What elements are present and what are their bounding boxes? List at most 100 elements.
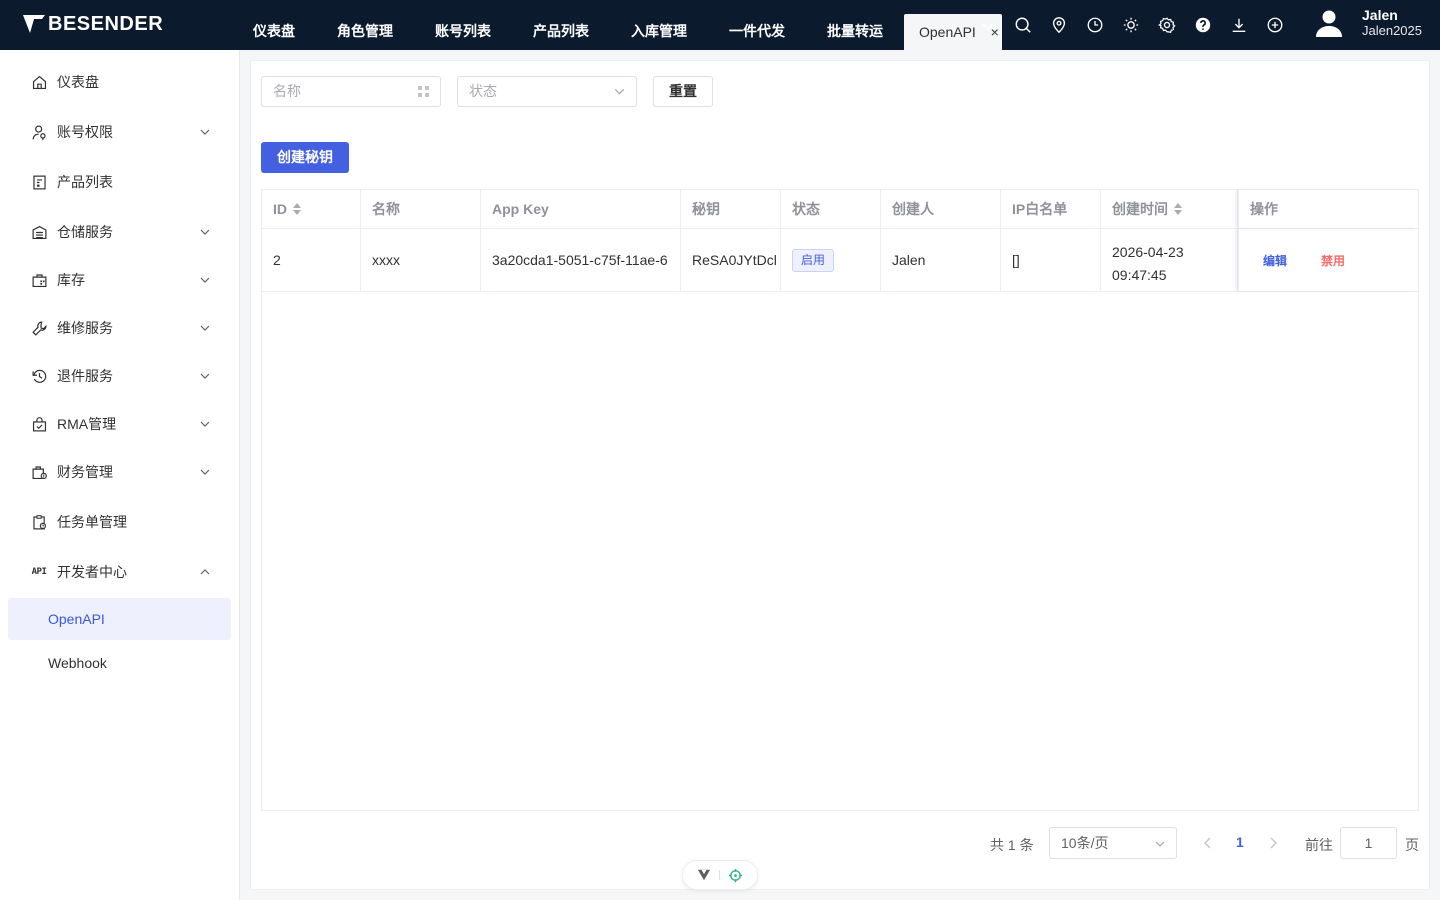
top-navbar: BESENDER 仪表盘 角色管理 账号列表 产品列表 入库管理 一件代发 批量… [0,0,1440,50]
status-filter-placeholder: 状态 [469,83,497,99]
api-keys-table: ID 名称 App Key 秘钥 状态 创建人 IP白名单 创建时间 操作 2 … [261,189,1419,811]
sidebar-item-label: 仪表盘 [57,74,99,90]
nav-tab-products[interactable]: 产品列表 [512,0,610,50]
warehouse-icon [30,223,48,241]
chevron-down-icon [200,277,210,283]
status-badge: 启用 [792,248,835,272]
pagination-total: 共 1 条 [990,837,1034,853]
chevron-down-icon [1155,841,1165,847]
sidebar-item-rma[interactable]: RMA管理 [30,412,215,436]
location-icon[interactable] [1048,14,1070,36]
vue-devtools-icon[interactable] [697,868,711,882]
column-header-label: 创建时间 [1112,201,1168,217]
column-header-name: 名称 [361,190,481,228]
cell-ip-whitelist: [] [1001,229,1101,291]
rma-bag-icon [30,415,48,433]
api-icon: API [31,567,47,577]
nav-tab-dropship[interactable]: 一件代发 [708,0,806,50]
goto-label: 前往 [1305,837,1333,853]
reset-button[interactable]: 重置 [653,76,713,107]
wrench-icon [30,319,48,337]
download-icon[interactable] [1228,14,1250,36]
sidebar-item-tasks[interactable]: 任务单管理 [30,510,215,534]
sidebar-item-label: 开发者中心 [57,564,127,580]
table-row: 2 xxxx 3a20cda1-5051-c75f-11ae-6 ReSA0JY… [262,229,1418,292]
toolbar-icons [1012,14,1300,36]
column-header-label: ID [273,201,287,217]
chevron-down-icon[interactable] [978,16,998,36]
sidebar-item-warehouse[interactable]: 仓储服务 [30,220,215,244]
cell-actions: 编辑 禁用 [1238,229,1418,291]
created-date-text: 2026-04-23 [1112,244,1184,260]
chevron-up-icon [200,569,210,575]
cell-secret: ReSA0JYtDcl [681,229,781,291]
nav-tabs: 仪表盘 角色管理 账号列表 产品列表 入库管理 一件代发 批量转运 OpenAP… [232,0,1002,50]
next-page-icon[interactable] [1267,836,1279,850]
sidebar-item-products[interactable]: 产品列表 [30,170,215,194]
sidebar-item-finance[interactable]: 财务管理 [30,460,215,484]
chevron-down-icon [200,373,210,379]
sidebar-item-dashboard[interactable]: 仪表盘 [30,70,215,94]
logo-icon [23,15,45,33]
main-panel: 名称 状态 重置 创建秘钥 ID 名称 App Key 秘钥 状态 创建人 IP… [250,60,1430,890]
user-menu[interactable]: Jalen Jalen2025 [1314,7,1422,39]
sidebar-item-returns[interactable]: 退件服务 [30,364,215,388]
chevron-down-icon [614,88,625,95]
sidebar-item-account-permissions[interactable]: 账号权限 [30,120,215,144]
sort-icon[interactable] [292,202,302,216]
task-clipboard-icon [30,513,48,531]
add-circle-icon[interactable] [1264,14,1286,36]
user-id: Jalen2025 [1362,23,1422,38]
column-header-created-time[interactable]: 创建时间 [1101,190,1238,228]
clock-icon[interactable] [1084,14,1106,36]
target-icon[interactable] [728,868,743,883]
cell-status: 启用 [781,229,881,291]
sidebar-subitem-webhook[interactable]: Webhook [8,642,231,684]
help-icon[interactable] [1192,14,1214,36]
nav-tab-transfer[interactable]: 批量转运 [806,0,904,50]
sidebar-subitem-openapi[interactable]: OpenAPI [8,598,231,640]
name-filter-input[interactable]: 名称 [261,76,441,107]
chevron-down-icon [200,325,210,331]
pagination: 共 1 条 10条/页 1 前往 1 页 [251,827,1431,859]
sort-icon[interactable] [1173,202,1183,216]
sidebar-item-inventory[interactable]: 库存 [30,268,215,292]
nav-tab-accounts[interactable]: 账号列表 [414,0,512,50]
sidebar-item-label: 库存 [57,272,85,288]
goto-page-input[interactable]: 1 [1340,827,1397,859]
created-time-text: 09:47:45 [1112,267,1167,283]
cell-creator: Jalen [881,229,1001,291]
sidebar-item-label: 退件服务 [57,368,113,384]
page-size-value: 10条/页 [1061,835,1109,851]
logo[interactable]: BESENDER [22,12,163,36]
sidebar-item-repair[interactable]: 维修服务 [30,316,215,340]
user-key-icon [30,123,48,141]
sun-icon[interactable] [1120,14,1142,36]
table-header: ID 名称 App Key 秘钥 状态 创建人 IP白名单 创建时间 操作 [262,190,1418,229]
cell-id: 2 [262,229,361,291]
stock-icon [30,271,48,289]
cell-name: xxxx [361,229,481,291]
prev-page-icon[interactable] [1202,836,1214,850]
nav-tab-dashboard[interactable]: 仪表盘 [232,0,316,50]
divider [719,870,720,880]
status-filter-select[interactable]: 状态 [457,76,637,107]
sidebar: 仪表盘 账号权限 产品列表 仓储服务 库存 维修服务 退件服务 RMA管理 财务… [0,50,240,900]
search-icon[interactable] [1012,14,1034,36]
nav-tab-roles[interactable]: 角色管理 [316,0,414,50]
cell-created-time: 2026-04-23 09:47:45 [1101,229,1238,291]
nav-tab-inbound[interactable]: 入库管理 [610,0,708,50]
page-size-select[interactable]: 10条/页 [1049,827,1177,859]
page-number-current[interactable]: 1 [1236,834,1244,850]
column-header-ip-whitelist: IP白名单 [1001,190,1101,228]
disable-button[interactable]: 禁用 [1321,252,1345,269]
edit-button[interactable]: 编辑 [1263,252,1287,269]
user-info: Jalen Jalen2025 [1362,7,1422,39]
column-header-id[interactable]: ID [262,190,361,228]
goto-suffix: 页 [1405,837,1419,853]
sidebar-item-label: 维修服务 [57,320,113,336]
create-key-button[interactable]: 创建秘钥 [261,142,349,173]
gear-icon[interactable] [1156,14,1178,36]
chevron-down-icon [200,129,210,135]
sidebar-item-developer[interactable]: API 开发者中心 [30,560,215,584]
